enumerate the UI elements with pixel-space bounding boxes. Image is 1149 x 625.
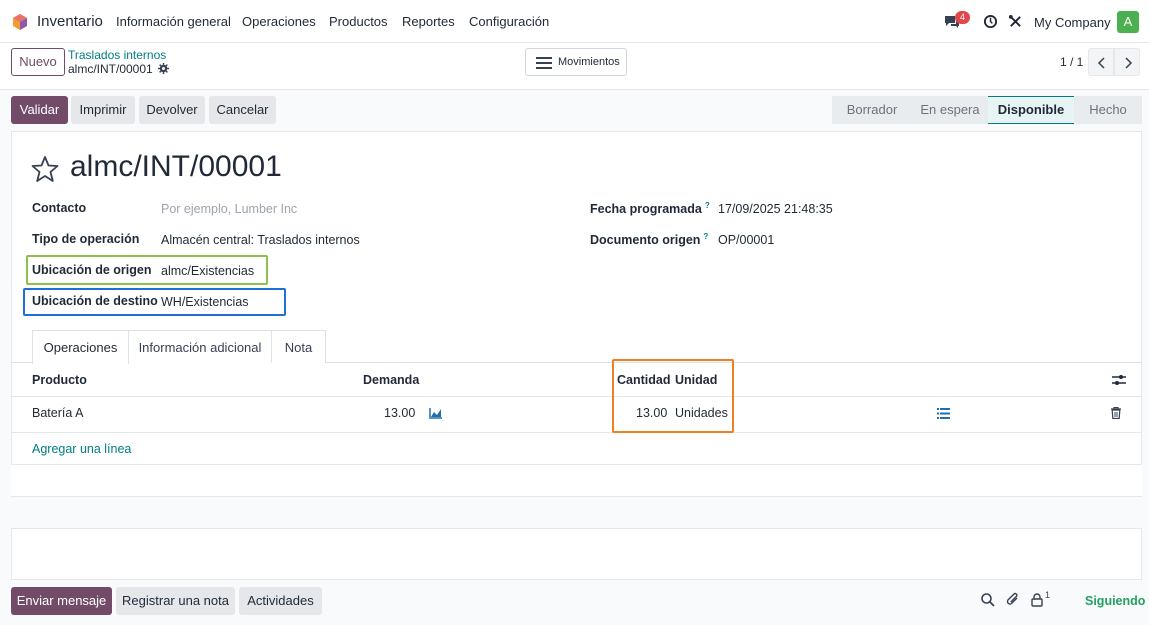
source-location-highlight bbox=[26, 255, 268, 285]
top-navbar: Inventario Información general Operacion… bbox=[0, 0, 1149, 43]
menu-item-operations[interactable]: Operaciones bbox=[242, 14, 316, 29]
tab-operations[interactable]: Operaciones bbox=[32, 330, 129, 364]
empty-row bbox=[11, 497, 1142, 529]
stage-waiting[interactable]: En espera bbox=[912, 96, 988, 124]
breadcrumb-parent[interactable]: Traslados internos bbox=[68, 48, 166, 62]
add-line-link[interactable]: Agregar una línea bbox=[32, 442, 131, 456]
row-demand[interactable]: 13.00 bbox=[384, 406, 415, 420]
followers-lock-icon[interactable] bbox=[1029, 592, 1045, 608]
list-icon bbox=[536, 57, 552, 69]
operation-type-field[interactable]: Almacén central: Traslados internos bbox=[161, 233, 360, 247]
log-note-button[interactable]: Registrar una nota bbox=[116, 587, 235, 615]
optional-columns-icon[interactable] bbox=[1112, 374, 1126, 386]
pager-previous-button[interactable] bbox=[1088, 48, 1114, 76]
empty-row bbox=[11, 465, 1142, 497]
scheduled-date-field[interactable]: 17/09/2025 21:48:35 bbox=[718, 202, 833, 216]
following-button[interactable]: Siguiendo bbox=[1085, 594, 1145, 608]
stage-draft[interactable]: Borrador bbox=[832, 96, 912, 124]
destination-location-highlight bbox=[23, 288, 286, 316]
tools-icon[interactable] bbox=[1008, 14, 1023, 29]
menu-item-configuration[interactable]: Configuración bbox=[469, 14, 549, 29]
row-product[interactable]: Batería A bbox=[32, 406, 83, 420]
column-header-product[interactable]: Producto bbox=[32, 373, 87, 387]
origin-document-field[interactable]: OP/00001 bbox=[718, 233, 774, 247]
company-switcher[interactable]: My Company bbox=[1034, 15, 1111, 30]
tab-note[interactable]: Nota bbox=[271, 330, 326, 363]
pager-value[interactable]: 1 / 1 bbox=[1060, 55, 1083, 69]
record-title: almc/INT/00001 bbox=[70, 150, 282, 183]
stage-done[interactable]: Hecho bbox=[1074, 96, 1142, 124]
pager-next-button[interactable] bbox=[1114, 48, 1140, 76]
tab-additional-info[interactable]: Información adicional bbox=[128, 330, 272, 363]
chevron-right-icon bbox=[1125, 57, 1133, 69]
gear-icon[interactable] bbox=[158, 63, 169, 74]
star-icon[interactable] bbox=[31, 155, 59, 183]
table-divider bbox=[11, 432, 1142, 433]
trash-icon[interactable] bbox=[1111, 407, 1121, 419]
send-message-button[interactable]: Enviar mensaje bbox=[11, 587, 112, 615]
chat-badge: 4 bbox=[955, 11, 971, 24]
table-divider bbox=[11, 396, 1142, 397]
cancel-button[interactable]: Cancelar bbox=[209, 96, 276, 124]
forecast-chart-icon[interactable] bbox=[429, 407, 443, 419]
column-header-demand[interactable]: Demanda bbox=[363, 373, 419, 387]
help-icon[interactable]: ? bbox=[703, 232, 708, 241]
detailed-operations-icon[interactable] bbox=[937, 408, 950, 419]
menu-item-general-info[interactable]: Información general bbox=[116, 14, 231, 29]
stage-available[interactable]: Disponible bbox=[988, 96, 1074, 124]
menu-item-reports[interactable]: Reportes bbox=[402, 14, 455, 29]
clock-icon[interactable] bbox=[983, 14, 998, 29]
activities-button[interactable]: Actividades bbox=[239, 587, 322, 615]
paperclip-icon[interactable] bbox=[1005, 592, 1021, 608]
help-icon[interactable]: ? bbox=[705, 201, 710, 210]
origin-document-label: Documento origen? bbox=[590, 232, 709, 248]
user-avatar[interactable]: A bbox=[1117, 11, 1139, 33]
contact-label: Contacto bbox=[32, 201, 87, 215]
search-icon[interactable] bbox=[980, 592, 996, 608]
moves-label: Movimientos bbox=[558, 56, 620, 68]
breadcrumb-current: almc/INT/00001 bbox=[68, 62, 153, 76]
menu-item-products[interactable]: Productos bbox=[329, 14, 388, 29]
chevron-left-icon bbox=[1097, 57, 1105, 69]
followers-count: 1 bbox=[1045, 590, 1051, 600]
app-name[interactable]: Inventario bbox=[37, 13, 103, 30]
operation-type-label: Tipo de operación bbox=[32, 232, 140, 246]
print-button[interactable]: Imprimir bbox=[71, 96, 135, 124]
validate-button[interactable]: Validar bbox=[11, 96, 68, 124]
control-panel: Nuevo Traslados internos almc/INT/00001 … bbox=[0, 43, 1149, 90]
scheduled-date-label: Fecha programada? bbox=[590, 201, 710, 217]
moves-smart-button[interactable]: Movimientos bbox=[525, 48, 627, 76]
return-button[interactable]: Devolver bbox=[139, 96, 205, 124]
table-divider bbox=[11, 528, 1142, 529]
contact-field[interactable]: Por ejemplo, Lumber Inc bbox=[161, 202, 297, 216]
new-button[interactable]: Nuevo bbox=[11, 48, 65, 76]
quantity-unit-highlight bbox=[612, 359, 734, 433]
inventory-app-icon[interactable] bbox=[11, 13, 29, 31]
